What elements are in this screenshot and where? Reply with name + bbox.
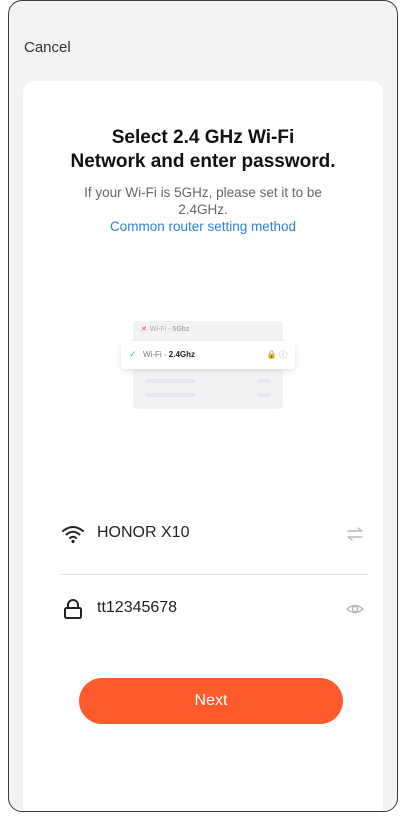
- instruction-prefix: 2.4GHz.: [178, 202, 228, 217]
- placeholder-bar: [145, 379, 195, 383]
- wifi-setup-card: Select 2.4 GHz Wi-Fi Network and enter p…: [23, 81, 383, 811]
- placeholder-bar: [257, 393, 271, 397]
- placeholder-bar: [145, 393, 195, 397]
- lock-icon: [61, 597, 85, 621]
- illustration-24ghz-band: 2.4Ghz: [168, 350, 195, 359]
- wifi-network-row[interactable]: HONOR X10: [23, 514, 383, 554]
- instruction-line-1: If your Wi-Fi is 5GHz, please set it to …: [84, 185, 322, 200]
- app-screen: Cancel Select 2.4 GHz Wi-Fi Network and …: [8, 0, 398, 812]
- wifi-band-illustration: ✕ Wi-Fi - 5Ghz ✓ Wi-Fi - 2.4Ghz 🔒 ⓘ: [121, 321, 295, 409]
- next-button[interactable]: Next: [79, 678, 343, 724]
- title-line-1: Select 2.4 GHz Wi-Fi: [111, 127, 295, 148]
- network-status-icons: 🔒 ⓘ: [266, 350, 287, 359]
- illustration-5ghz-row: ✕ Wi-Fi - 5Ghz: [141, 325, 190, 333]
- illustration-24ghz-label: Wi-Fi - 2.4Ghz: [143, 350, 195, 359]
- cancel-button[interactable]: Cancel: [24, 39, 71, 56]
- illustration-5ghz-prefix: Wi-Fi -: [149, 326, 173, 333]
- password-row[interactable]: tt12345678: [23, 589, 383, 629]
- instruction-line-2: 2.4GHz. Common router setting method: [33, 201, 373, 235]
- placeholder-bar: [257, 379, 271, 383]
- checkmark-icon: ✓: [129, 349, 137, 359]
- illustration-24ghz-prefix: Wi-Fi -: [143, 350, 169, 359]
- illustration-5ghz-band: 5Ghz: [172, 326, 190, 333]
- switch-arrows-icon[interactable]: [345, 524, 365, 544]
- password-field[interactable]: tt12345678: [97, 599, 177, 617]
- page-title: Select 2.4 GHz Wi-Fi Network and enter p…: [23, 126, 383, 174]
- title-line-2: Network and enter password.: [70, 151, 336, 172]
- divider: [61, 574, 369, 575]
- router-setting-link[interactable]: Common router setting method: [33, 218, 373, 235]
- cross-icon: ✕: [141, 326, 147, 333]
- instruction-text: If your Wi-Fi is 5GHz, please set it to …: [33, 184, 373, 235]
- eye-icon[interactable]: [345, 599, 365, 619]
- illustration-24ghz-popup: ✓ Wi-Fi - 2.4Ghz 🔒 ⓘ: [121, 341, 295, 369]
- wifi-ssid: HONOR X10: [97, 524, 190, 541]
- wifi-icon: [61, 522, 85, 546]
